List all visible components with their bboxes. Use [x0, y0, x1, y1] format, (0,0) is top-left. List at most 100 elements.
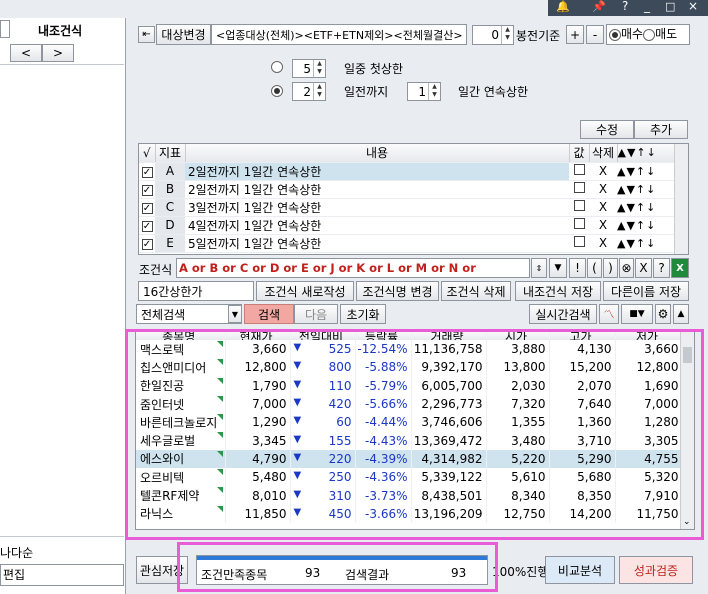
layout-toggle-button[interactable]: ⇤ — [138, 26, 155, 43]
days-stepper-1[interactable]: 5 ▲ ▼ — [292, 59, 326, 78]
bell-icon[interactable]: 🔔 — [556, 0, 570, 13]
table-row[interactable]: 한일진공 1,790 ▼ 110 -5.79% 6,005,700 2,030 2,070 1,… — [136, 376, 683, 395]
value-checkbox[interactable] — [573, 200, 585, 211]
table-row[interactable]: 오르비텍 5,480 ▼ 250 -4.36% 5,339,122 5,610 5,680 5,… — [136, 468, 683, 487]
checkbox-a[interactable]: ✓ — [141, 167, 153, 178]
add-condition-button[interactable]: 추가 — [634, 120, 688, 139]
days-stepper-3[interactable]: 1 ▲ ▼ — [407, 82, 441, 101]
table-row[interactable]: 텔콘RF제약 8,010 ▼ 310 -3.73% 8,438,501 8,340 8,350… — [136, 486, 683, 505]
delete-x[interactable]: X — [589, 198, 617, 217]
nav-next-button[interactable]: > — [42, 44, 74, 62]
down-arrow-icon: ▼ — [293, 451, 302, 463]
stepper-arrows-icon[interactable]: ▲ ▼ — [313, 83, 325, 100]
chart-icon[interactable]: 〽 — [599, 304, 619, 324]
table-row[interactable]: 맥스로텍 3,660 ▼ 525 -12.54% 11,136,758 3,880 4,130… — [136, 340, 683, 359]
value-checkbox[interactable] — [573, 164, 585, 175]
value-checkbox[interactable] — [573, 182, 585, 193]
condition-content[interactable]: 2일전까지 1일간 연속상한 — [185, 162, 569, 181]
condition-row[interactable]: ✓ D 4일전까지 1일간 연속상한 X ▲▼↑↓ — [139, 216, 688, 235]
op-not-button[interactable]: ! — [569, 258, 586, 278]
reset-button[interactable]: 초기화 — [340, 304, 386, 324]
col-check: √ — [139, 144, 156, 163]
save-as-button[interactable]: 다른이름 저장 — [603, 281, 689, 301]
radio-sell[interactable] — [643, 28, 656, 41]
plus-button[interactable]: + — [566, 25, 584, 44]
left-panel-search-box[interactable] — [0, 20, 10, 38]
result-table-scrollbar[interactable]: ⌄ — [680, 331, 694, 529]
help-icon[interactable]: ? — [622, 0, 628, 13]
condition-content[interactable]: 2일전까지 1일간 연속상한 — [185, 180, 569, 199]
radio-buy[interactable] — [609, 28, 621, 41]
radio-consecutive-upper[interactable] — [271, 85, 283, 97]
nav-prev-button[interactable]: < — [10, 44, 42, 62]
op-close-paren-button[interactable]: ) — [603, 258, 618, 278]
table-row[interactable]: 바른테크놀로지 1,290 ▼ 60 -4.44% 3,746,606 1,355 1,360… — [136, 413, 683, 432]
save-condition-button[interactable]: 내조건식 저장 — [515, 281, 601, 301]
edit-condition-button[interactable]: 수정 — [580, 120, 634, 139]
collapse-up-icon[interactable]: ▲ — [673, 304, 689, 324]
condition-table-scrollbar[interactable] — [674, 144, 688, 254]
search-scope-select[interactable]: 전체검색 — [136, 304, 242, 324]
delete-x[interactable]: X — [589, 216, 617, 235]
rename-condition-button[interactable]: 조건식명 변경 — [356, 281, 439, 301]
realtime-search-button[interactable]: 실시간검색 — [529, 304, 597, 324]
delete-condition-button[interactable]: 조건식 삭제 — [441, 281, 511, 301]
op-x-button[interactable]: X — [635, 258, 652, 278]
new-condition-button[interactable]: 조건식 새로작성 — [256, 281, 354, 301]
excel-icon[interactable]: X — [671, 258, 689, 278]
stepper-arrows-icon[interactable]: ▲ ▼ — [428, 83, 440, 100]
checkbox-d[interactable]: ✓ — [141, 221, 153, 232]
table-row[interactable]: 칩스앤미디어 12,800 ▼ 800 -5.88% 9,392,170 13,800 15,… — [136, 358, 683, 377]
help-button[interactable]: ? — [653, 258, 670, 278]
table-row[interactable]: 에스와이 4,790 ▼ 220 -4.39% 4,314,982 5,220 5,290 4,… — [136, 449, 683, 469]
checkbox-e[interactable]: ✓ — [141, 239, 153, 250]
target-change-button[interactable]: 대상변경 — [156, 24, 211, 45]
bong-stepper[interactable]: 0 ▲ ▼ — [472, 25, 514, 45]
scroll-thumb[interactable] — [683, 347, 692, 363]
condition-content[interactable]: 5일전까지 1일간 연속상한 — [185, 234, 569, 253]
op-open-paren-button[interactable]: ( — [587, 258, 602, 278]
condition-content[interactable]: 4일전까지 1일간 연속상한 — [185, 216, 569, 235]
stepper-arrows-icon[interactable]: ▲ ▼ — [501, 26, 513, 44]
minimize-icon[interactable]: _ — [644, 0, 650, 13]
search-scope-dropdown-icon[interactable]: ▼ — [228, 305, 242, 323]
stepper-arrows-icon[interactable]: ▲ ▼ — [313, 60, 325, 77]
checkbox-c[interactable]: ✓ — [141, 203, 153, 214]
formula-input[interactable]: A or B or C or D or E or J or K or L or … — [176, 258, 530, 278]
menu-dropdown-icon[interactable]: ■▼ — [621, 304, 653, 324]
condition-name-input[interactable]: 16간상한가 — [138, 281, 254, 301]
table-row[interactable]: 세우글로벌 3,345 ▼ 155 -4.43% 13,369,472 3,480 3,710… — [136, 431, 683, 450]
scroll-down-icon[interactable]: ⌄ — [683, 517, 691, 527]
formula-scroll-icon[interactable]: ⇕ — [531, 258, 547, 278]
pin-icon[interactable]: 📌 — [592, 0, 606, 13]
gear-icon[interactable]: ⚙ — [655, 304, 671, 324]
compare-analysis-button[interactable]: 비교분석 — [545, 556, 615, 584]
close-icon[interactable]: × — [688, 0, 698, 13]
minus-button[interactable]: - — [586, 25, 604, 44]
checkbox-b[interactable]: ✓ — [141, 185, 153, 196]
target-description[interactable]: <업종대상(전체)><ETF+ETN제외><전체월결산> — [211, 24, 467, 45]
value-checkbox[interactable] — [573, 236, 585, 247]
op-xor-button[interactable]: ⊗ — [619, 258, 634, 278]
delete-x[interactable]: X — [589, 180, 617, 199]
condition-row[interactable]: ✓ A 2일전까지 1일간 연속상한 X ▲▼↑↓ — [139, 162, 688, 181]
value-checkbox[interactable] — [573, 218, 585, 229]
watch-save-button[interactable]: 관심저장 — [136, 556, 188, 584]
condition-row[interactable]: ✓ E 5일전까지 1일간 연속상한 X ▲▼↑↓ — [139, 234, 688, 253]
days-stepper-2[interactable]: 2 ▲ ▼ — [292, 82, 326, 101]
radio-first-upper[interactable] — [271, 61, 283, 73]
table-row[interactable]: 줌인터넷 7,000 ▼ 420 -5.66% 2,296,773 7,320 7,640 7,… — [136, 394, 683, 414]
formula-dropdown-icon[interactable]: ▼ — [549, 258, 567, 278]
search-button[interactable]: 검색 — [244, 304, 294, 324]
left-bottom-item-edit[interactable]: 편집 — [0, 564, 124, 586]
table-row[interactable]: 라닉스 11,850 ▼ 450 -3.66% 13,196,209 12,750 14,20… — [136, 504, 683, 523]
condition-row[interactable]: ✓ B 2일전까지 1일간 연속상한 X ▲▼↑↓ — [139, 180, 688, 199]
next-button[interactable]: 다음 — [294, 304, 338, 324]
delete-x[interactable]: X — [589, 234, 617, 253]
performance-verify-button[interactable]: 성과검증 — [619, 556, 693, 584]
condition-row[interactable]: ✓ C 3일전까지 1일간 연속상한 X ▲▼↑↓ — [139, 198, 688, 217]
maximize-icon[interactable]: □ — [665, 0, 675, 13]
delete-x[interactable]: X — [589, 162, 617, 181]
left-bottom-item-sort[interactable]: 나다순 — [0, 544, 33, 561]
condition-content[interactable]: 3일전까지 1일간 연속상한 — [185, 198, 569, 217]
